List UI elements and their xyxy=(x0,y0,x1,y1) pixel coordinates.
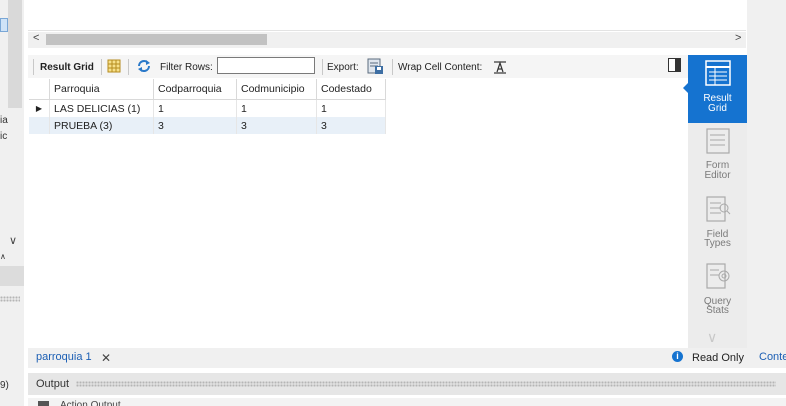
scroll-right-button[interactable]: > xyxy=(735,32,741,44)
toolbar-separator xyxy=(128,59,129,75)
query-stats-label-line2[interactable]: Stats xyxy=(688,306,747,316)
result-grid-label[interactable]: Result Grid xyxy=(40,62,94,73)
active-panel-pointer xyxy=(683,82,689,94)
left-text-fragment-1: ia xyxy=(0,115,8,126)
context-tab[interactable]: Conte xyxy=(759,351,786,363)
column-header-codparroquia[interactable]: Codparroquia xyxy=(153,79,237,100)
table-cell[interactable]: 1 xyxy=(316,99,386,117)
left-drag-handle[interactable] xyxy=(0,296,20,302)
table-cell[interactable]: LAS DELICIAS (1) xyxy=(49,99,154,117)
form-editor-label-line2[interactable]: Editor xyxy=(688,171,747,181)
row-indicator xyxy=(29,117,50,134)
column-header-parroquia[interactable]: Parroquia xyxy=(49,79,154,100)
filter-rows-input[interactable] xyxy=(217,57,315,74)
table-cell[interactable]: 3 xyxy=(153,117,237,134)
field-types-icon[interactable] xyxy=(705,196,731,222)
current-row-marker-icon: ▶ xyxy=(29,99,50,117)
left-text-fragment-2: ic xyxy=(0,131,8,142)
table-cell[interactable]: 3 xyxy=(316,117,386,134)
form-editor-icon[interactable] xyxy=(705,128,731,154)
table-row[interactable]: PRUEBA (3) 3 3 3 xyxy=(29,117,386,134)
table-row[interactable]: ▶ LAS DELICIAS (1) 1 1 1 xyxy=(29,99,386,117)
grid-layout-icon[interactable] xyxy=(107,59,121,73)
output-mode-select[interactable]: Action Output xyxy=(60,400,121,406)
right-edge-strip xyxy=(747,0,786,348)
horizontal-scrollbar-thumb[interactable] xyxy=(46,34,267,45)
output-panel-title: Output xyxy=(36,378,70,390)
panel-more-chevron-icon[interactable]: ∨ xyxy=(707,329,717,346)
wrap-cell-content-label: Wrap Cell Content: xyxy=(398,62,483,73)
read-only-status: Read Only xyxy=(692,352,744,364)
query-stats-icon[interactable] xyxy=(705,263,731,289)
info-icon[interactable]: i xyxy=(672,351,683,362)
row-indicator-header xyxy=(29,79,50,100)
result-tab-parroquia-1[interactable]: parroquia 1 xyxy=(36,351,92,363)
left-text-fragment-4: 9) xyxy=(0,380,9,391)
column-header-codmunicipio[interactable]: Codmunicipio xyxy=(236,79,317,100)
toolbar-separator xyxy=(101,59,102,75)
output-drag-handle[interactable] xyxy=(76,381,776,387)
table-cell[interactable]: 1 xyxy=(153,99,237,117)
refresh-icon[interactable] xyxy=(136,58,152,74)
field-types-label-line2[interactable]: Types xyxy=(688,239,747,249)
left-chevron-down-icon[interactable]: ∨ xyxy=(9,234,17,247)
left-selected-marker xyxy=(0,18,8,32)
result-grid-icon xyxy=(705,60,731,86)
result-grid-panel-label-line2: Grid xyxy=(708,103,727,114)
column-header-codestado[interactable]: Codestado xyxy=(316,79,386,100)
left-text-fragment-3: ∧ xyxy=(0,252,6,261)
panel-toggle-icon[interactable] xyxy=(668,58,681,72)
editor-pane[interactable] xyxy=(28,0,746,31)
output-panel-toolbar xyxy=(28,398,786,406)
toolbar-separator xyxy=(33,59,34,75)
wrap-text-icon[interactable] xyxy=(493,60,507,74)
table-cell[interactable]: 1 xyxy=(236,99,317,117)
export-label: Export: xyxy=(327,62,359,73)
table-cell[interactable]: 3 xyxy=(236,117,317,134)
left-band xyxy=(0,266,24,286)
filter-rows-label: Filter Rows: xyxy=(160,62,213,73)
output-dropdown-icon[interactable] xyxy=(38,401,49,406)
table-cell[interactable]: PRUEBA (3) xyxy=(49,117,154,134)
scroll-left-button[interactable]: < xyxy=(33,32,39,44)
export-icon[interactable] xyxy=(367,58,384,75)
left-scrollbar[interactable] xyxy=(8,0,22,108)
table-header-row: Parroquia Codparroquia Codmunicipio Code… xyxy=(29,79,386,100)
close-tab-icon[interactable]: ✕ xyxy=(101,351,111,365)
toolbar-separator xyxy=(392,59,393,75)
toolbar-separator xyxy=(322,59,323,75)
result-table: Parroquia Codparroquia Codmunicipio Code… xyxy=(29,79,386,134)
